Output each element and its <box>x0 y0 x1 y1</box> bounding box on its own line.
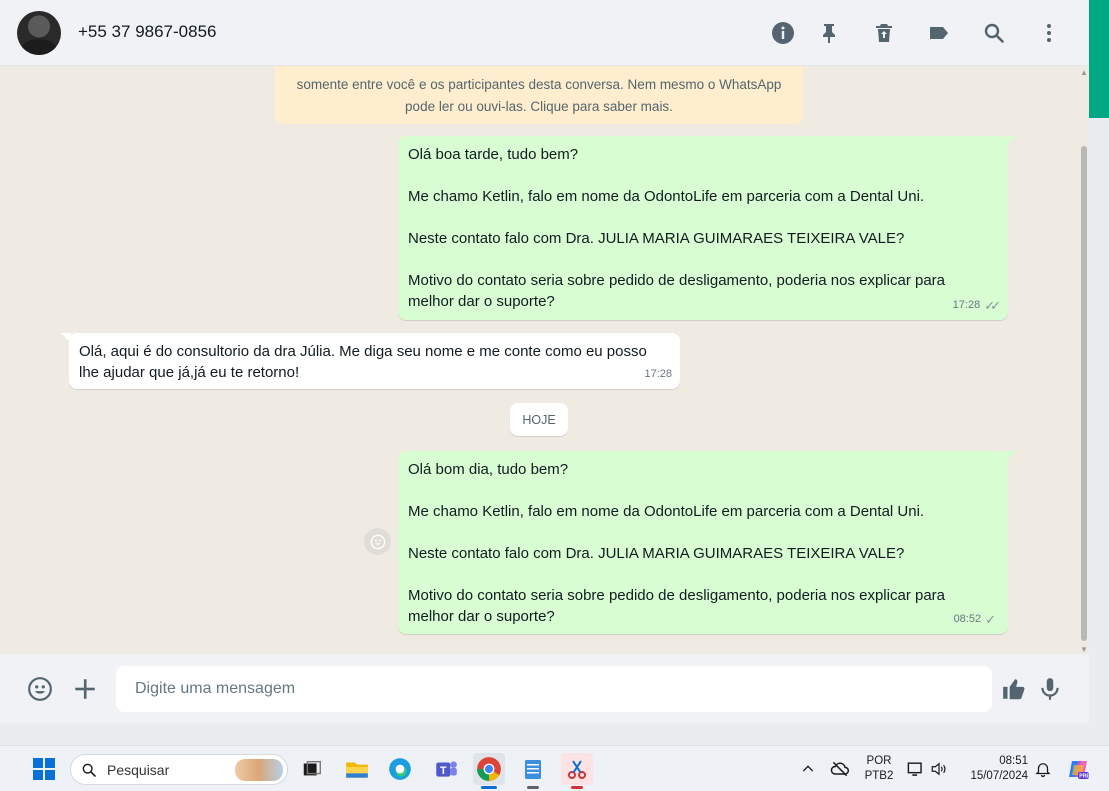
contact-avatar[interactable] <box>17 11 61 55</box>
active-app-indicator <box>481 786 497 789</box>
windows-start-icon[interactable] <box>28 753 60 785</box>
message-meta: 17:28 <box>644 364 672 385</box>
message-composer <box>0 654 1089 723</box>
cloud-sync-off-icon[interactable] <box>830 746 850 791</box>
notepad-icon[interactable] <box>517 753 549 789</box>
microphone-icon[interactable] <box>1035 674 1065 704</box>
svg-text:PRE: PRE <box>1079 774 1090 780</box>
delete-icon[interactable] <box>871 20 897 46</box>
keyboard-layout: PTB2 <box>864 770 894 782</box>
snipping-tool-icon[interactable] <box>561 753 593 789</box>
chrome-icon[interactable] <box>473 753 505 789</box>
message-bubble-outgoing[interactable]: Olá boa tarde, tudo bem? Me chamo Ketlin… <box>398 136 1016 320</box>
scroll-thumb[interactable] <box>1081 146 1087 641</box>
taskbar-search[interactable]: Pesquisar <box>70 754 288 785</box>
label-icon[interactable] <box>926 20 952 46</box>
clock-date: 15/07/2024 <box>970 770 1028 782</box>
open-app-indicator <box>571 786 583 789</box>
message-bubble-outgoing[interactable]: Olá bom dia, tudo bem? Me chamo Ketlin, … <box>398 451 1016 634</box>
windows-taskbar: Pesquisar T POR PTB2 08:51 15/07/2024 PR… <box>0 745 1109 791</box>
reaction-emoji-icon[interactable] <box>364 528 391 555</box>
message-input[interactable] <box>116 666 992 712</box>
info-icon[interactable] <box>770 20 796 46</box>
task-view-icon[interactable] <box>296 753 328 785</box>
message-meta: 08:52 ✓ <box>954 609 1000 630</box>
menu-icon[interactable] <box>1036 20 1062 46</box>
attach-plus-icon[interactable] <box>70 674 100 704</box>
double-check-icon: ✓✓ <box>984 298 1001 313</box>
show-hidden-icons-chevron-icon[interactable] <box>800 746 816 791</box>
volume-icon[interactable] <box>930 746 948 791</box>
encryption-notice[interactable]: somente entre você e os participantes de… <box>275 66 803 124</box>
background-window-edge <box>1089 118 1109 723</box>
search-icon[interactable] <box>981 20 1007 46</box>
message-bubble-incoming[interactable]: Olá, aqui é do consultorio da dra Júlia.… <box>61 333 680 389</box>
search-highlight-image <box>235 759 283 781</box>
thumbs-up-icon[interactable] <box>999 674 1029 704</box>
copilot-icon[interactable]: PRE <box>1066 746 1090 791</box>
search-icon <box>82 763 96 777</box>
message-list[interactable]: somente entre você e os participantes de… <box>0 66 1089 654</box>
message-text: Olá, aqui é do consultorio da dra Júlia.… <box>79 343 647 381</box>
chat-scrollbar[interactable]: ▲ ▼ <box>1079 66 1089 654</box>
teams-icon[interactable]: T <box>430 753 462 785</box>
desktop-gap <box>0 723 1109 745</box>
input-language-indicator[interactable]: POR PTB2 <box>862 754 896 784</box>
message-time: 17:28 <box>952 299 981 311</box>
language-code: POR <box>866 755 892 767</box>
date-divider: HOJE <box>510 403 568 436</box>
chat-header: +55 37 9867-0856 <box>0 0 1089 66</box>
edge-browser-icon[interactable] <box>384 753 416 785</box>
encryption-notice-line: somente entre você e os participantes de… <box>296 77 782 92</box>
pin-icon[interactable] <box>816 20 842 46</box>
bubble-tail <box>61 333 71 343</box>
file-explorer-icon[interactable] <box>341 753 373 785</box>
open-app-indicator <box>527 786 539 789</box>
contact-name[interactable]: +55 37 9867-0856 <box>78 22 217 42</box>
message-meta: 17:28 ✓✓ <box>952 295 1001 316</box>
message-time: 08:52 <box>953 613 982 625</box>
emoji-icon[interactable] <box>25 674 55 704</box>
single-check-icon: ✓ <box>985 612 996 627</box>
message-time: 17:28 <box>644 368 672 380</box>
bubble-tail <box>1006 451 1016 461</box>
message-text: Olá boa tarde, tudo bem? Me chamo Ketlin… <box>408 146 945 310</box>
message-text: Olá bom dia, tudo bem? Me chamo Ketlin, … <box>408 461 945 625</box>
background-window-edge <box>1089 0 1109 118</box>
whatsapp-window: +55 37 9867-0856 somente entre você e os… <box>0 0 1089 723</box>
clock-time: 08:51 <box>999 755 1028 767</box>
notification-bell-icon[interactable] <box>1034 746 1052 791</box>
scroll-down-arrow-icon[interactable]: ▼ <box>1080 645 1088 654</box>
system-clock[interactable]: 08:51 15/07/2024 <box>962 754 1028 784</box>
search-label: Pesquisar <box>107 761 170 778</box>
encryption-notice-line: pode ler ou ouvi-las. Clique para saber … <box>405 99 673 114</box>
network-icon[interactable] <box>906 746 925 791</box>
bubble-tail <box>1006 136 1016 146</box>
scroll-up-arrow-icon[interactable]: ▲ <box>1080 68 1088 77</box>
svg-text:T: T <box>440 765 447 777</box>
